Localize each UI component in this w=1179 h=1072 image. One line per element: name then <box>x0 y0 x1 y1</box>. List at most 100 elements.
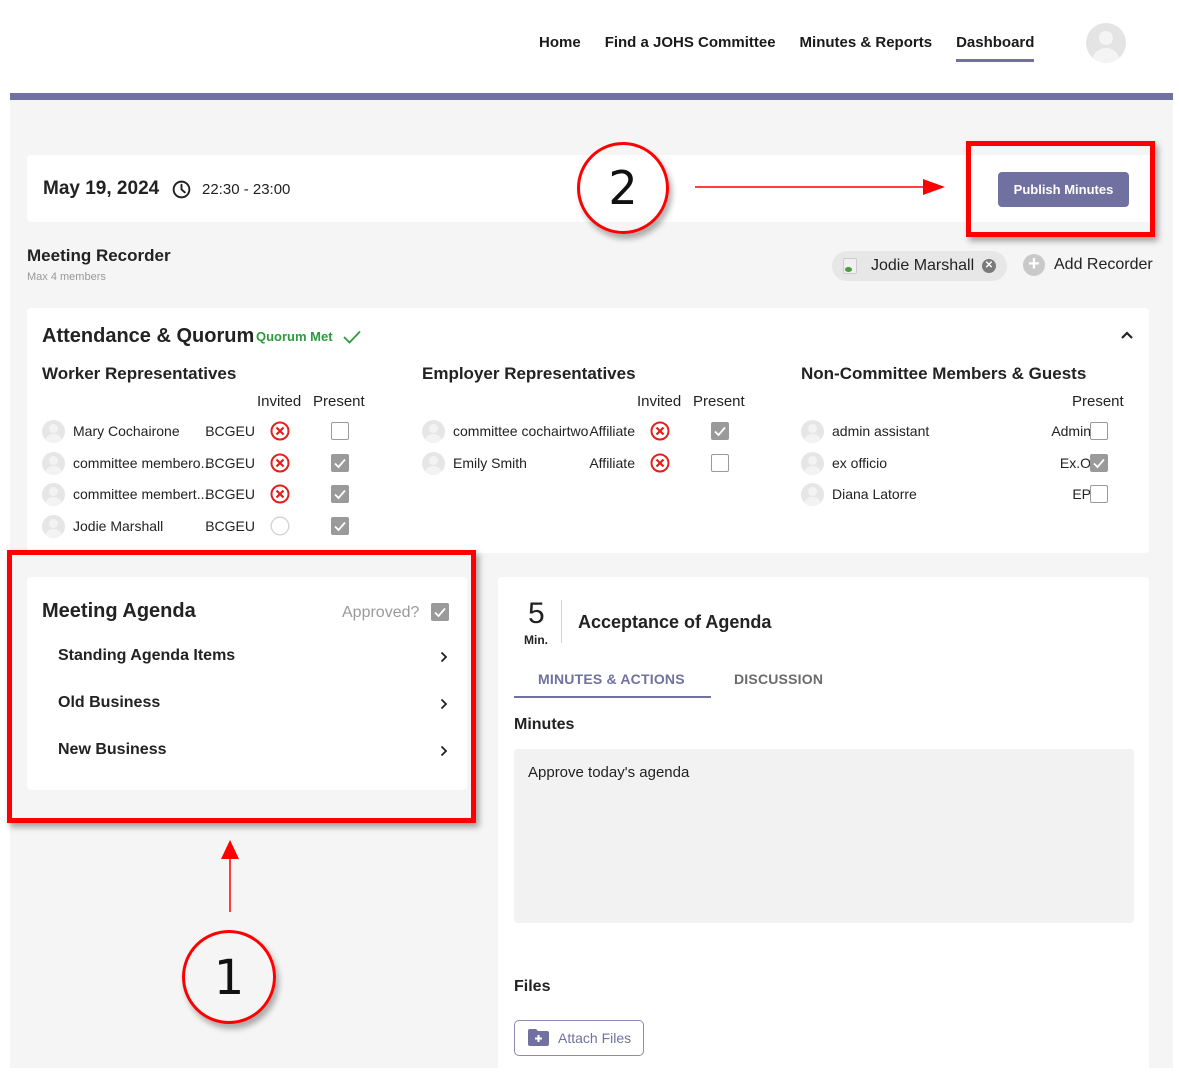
nav-accent-bar <box>10 93 1173 100</box>
attendee-organization: BCGEU <box>205 454 255 471</box>
present-checkbox[interactable] <box>711 422 729 440</box>
avatar-head <box>1099 31 1113 45</box>
attendee-name: Emily Smith <box>453 454 527 471</box>
present-checkbox[interactable] <box>1090 453 1108 472</box>
attendee-organization: Ex.O <box>1059 454 1091 471</box>
attendee-organization: BCGEU <box>205 517 255 534</box>
user-avatar-icon[interactable] <box>1086 23 1126 63</box>
agenda-item-label: New Business <box>58 741 167 758</box>
nav-link-dashboard[interactable]: Dashboard <box>956 34 1035 62</box>
group-title: Non-Committee Members & Guests <box>801 364 1087 383</box>
attendee-organization: EP <box>1072 486 1091 502</box>
quorum-status-label: Quorum Met <box>256 329 333 344</box>
nav-link-home[interactable]: Home <box>539 34 581 51</box>
present-checkbox[interactable] <box>331 453 349 472</box>
present-checkbox[interactable] <box>711 453 729 472</box>
avatar-icon <box>42 514 65 538</box>
nav-link-find-committee[interactable]: Find a JOHS Committee <box>605 34 776 51</box>
tab-minutes-actions[interactable]: MINUTES & ACTIONS <box>538 671 685 687</box>
agenda-title: Meeting Agenda <box>42 600 196 622</box>
meeting-date: May 19, 2024 <box>43 178 160 199</box>
chevron-right-icon <box>440 698 448 710</box>
main-content: May 19, 2024 22:30 - 23:00 Publish Minut… <box>10 100 1173 1072</box>
attendee-name: ex officio <box>832 454 887 471</box>
group-employer-representatives: Employer Representatives Invited Present… <box>422 364 762 475</box>
attendee-organization: Admin <box>1051 423 1091 439</box>
minutes-textarea[interactable]: Approve today's agenda <box>514 749 1134 923</box>
chevron-up-icon[interactable] <box>1120 330 1134 340</box>
clock-icon <box>172 180 191 199</box>
checkmark-icon <box>434 607 446 618</box>
meeting-time: 22:30 - 23:00 <box>202 181 291 198</box>
avatar-icon <box>801 483 824 506</box>
tab-discussion[interactable]: DISCUSSION <box>734 671 823 687</box>
agenda-item-standing[interactable]: Standing Agenda Items <box>58 643 448 673</box>
publish-minutes-button[interactable]: Publish Minutes <box>998 172 1129 207</box>
declined-x-icon[interactable] <box>270 421 290 441</box>
plus-circle-icon: + <box>1023 254 1045 276</box>
attendee-name: committee cochairtwo <box>453 423 589 439</box>
files-label: Files <box>514 978 551 995</box>
active-tab-indicator <box>514 696 711 698</box>
present-checkbox[interactable] <box>1090 422 1108 440</box>
minutes-label: Minutes <box>514 716 575 733</box>
remove-recorder-icon[interactable]: ✕ <box>982 259 996 273</box>
attendee-row: Emily Smith Affiliate <box>422 451 762 478</box>
attendee-row: Diana Latorre EP <box>801 483 1141 509</box>
meeting-recorder-subtitle: Max 4 members <box>27 271 106 283</box>
present-checkbox[interactable] <box>331 422 349 440</box>
attach-files-button[interactable]: Attach Files <box>514 1020 644 1056</box>
attendee-row: Jodie Marshall BCGEU <box>42 514 382 541</box>
declined-x-icon[interactable] <box>650 453 670 473</box>
avatar-icon <box>42 483 65 506</box>
declined-x-icon[interactable] <box>270 453 290 473</box>
page-edge <box>1173 100 1179 1072</box>
duration-unit: Min. <box>524 633 548 647</box>
meeting-date-bar: May 19, 2024 22:30 - 23:00 Publish Minut… <box>27 155 1157 222</box>
group-title: Employer Representatives <box>422 364 636 383</box>
agenda-item-label: Old Business <box>58 694 161 711</box>
present-checkbox[interactable] <box>331 516 349 535</box>
avatar-icon <box>42 420 65 443</box>
declined-x-icon[interactable] <box>270 484 290 504</box>
agenda-item-old-business[interactable]: Old Business <box>58 690 448 720</box>
broken-image-icon <box>843 258 857 274</box>
column-present: Present <box>313 393 365 410</box>
attendee-row: committee membert... BCGEU <box>42 483 382 509</box>
checkmark-icon <box>342 330 361 344</box>
invite-status-empty-icon[interactable] <box>270 516 290 536</box>
nav-links: Home Find a JOHS Committee Minutes & Rep… <box>539 34 1035 62</box>
attendee-name: Diana Latorre <box>832 486 917 502</box>
add-recorder-button[interactable]: + Add Recorder <box>1023 254 1153 276</box>
divider <box>561 600 562 643</box>
present-checkbox[interactable] <box>1090 485 1108 503</box>
column-invited: Invited <box>257 393 302 410</box>
chevron-right-icon <box>440 745 448 757</box>
present-checkbox[interactable] <box>331 485 349 503</box>
column-present: Present <box>1072 393 1124 410</box>
avatar-icon <box>42 451 65 475</box>
avatar-icon <box>422 420 445 443</box>
column-invited: Invited <box>637 393 682 410</box>
attendee-row: Mary Cochairone BCGEU <box>42 420 382 446</box>
attendee-name: committee membert... <box>73 486 209 502</box>
group-worker-representatives: Worker Representatives Invited Present M… <box>42 364 382 538</box>
add-recorder-label: Add Recorder <box>1054 256 1153 273</box>
approved-checkbox[interactable] <box>431 603 449 621</box>
avatar-icon <box>422 451 445 475</box>
attendee-organization: Affiliate <box>589 423 635 439</box>
attendee-name: Mary Cochairone <box>73 423 180 439</box>
top-navigation: Home Find a JOHS Committee Minutes & Rep… <box>10 0 1173 93</box>
agenda-item-new-business[interactable]: New Business <box>58 737 448 767</box>
attendee-organization: BCGEU <box>205 486 255 502</box>
column-present: Present <box>693 393 745 410</box>
recorder-name: Jodie Marshall <box>871 257 975 274</box>
attendee-organization: Affiliate <box>589 454 635 471</box>
avatar-icon <box>801 451 824 475</box>
attendance-card: Attendance & Quorum Quorum Met Worker Re… <box>27 308 1149 553</box>
agenda-item-detail: 5 Min. Acceptance of Agenda MINUTES & AC… <box>498 577 1149 1072</box>
minutes-text: Approve today's agenda <box>528 764 690 781</box>
declined-x-icon[interactable] <box>650 421 670 441</box>
attach-files-label: Attach Files <box>558 1030 632 1046</box>
nav-link-minutes-reports[interactable]: Minutes & Reports <box>800 34 933 51</box>
